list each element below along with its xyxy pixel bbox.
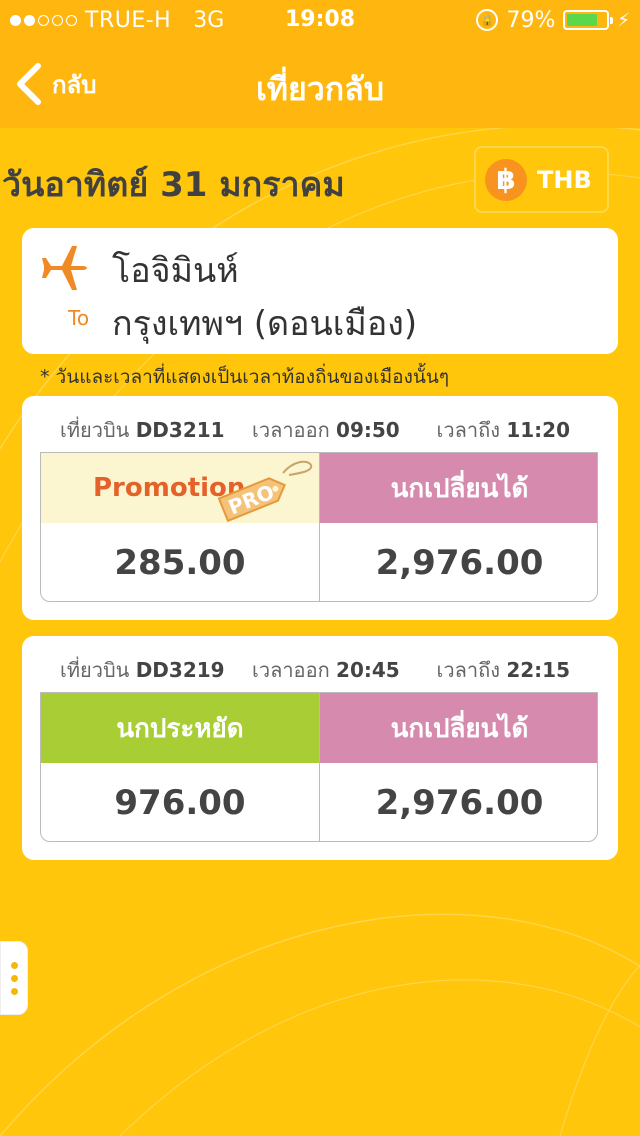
fare-price: 976.00 [114, 783, 246, 823]
destination-city: กรุงเทพฯ (ดอนเมือง) [112, 304, 418, 344]
fare-option-flexi[interactable]: นกเปลี่ยนได้ 2,976.00 [320, 693, 597, 841]
depart-label: เวลาออก [252, 658, 330, 682]
baht-icon: ฿ [485, 158, 527, 201]
fare-price: 2,976.00 [375, 543, 544, 583]
fare-grid: Promotion PRO 285.00 นกเปลี่ยนได้ 2,976.… [40, 452, 598, 602]
fare-name: นกประหยัด [41, 693, 319, 763]
local-time-note: * วันและเวลาที่แสดงเป็นเวลาท้องถิ่นของเม… [40, 366, 450, 388]
depart-time: 09:50 [336, 418, 400, 442]
arrive-time: 22:15 [506, 658, 570, 682]
charging-icon: ⚡ [617, 9, 630, 31]
fare-option-promotion[interactable]: Promotion PRO 285.00 [41, 453, 320, 601]
battery-level-fill [567, 14, 598, 26]
arrive-label: เวลาถึง [436, 658, 500, 682]
chevron-left-icon [17, 63, 41, 105]
pro-tag-text: PRO [225, 480, 278, 520]
airplane-icon [42, 246, 87, 290]
rotation-lock-icon: 🔒 [476, 9, 499, 31]
flight-label: เที่ยวบิน [60, 418, 130, 442]
back-label: กลับ [52, 70, 97, 99]
depart-time: 20:45 [336, 658, 400, 682]
flight-label: เที่ยวบิน [60, 658, 130, 682]
fare-option-saver[interactable]: นกประหยัด 976.00 [41, 693, 320, 841]
route-card: โอจิมินห์ To กรุงเทพฯ (ดอนเมือง) [22, 228, 618, 354]
flight-number: DD3219 [135, 658, 225, 682]
arrive-time: 11:20 [506, 418, 570, 442]
navigation-bar: กลับ เที่ยวกลับ [0, 40, 640, 128]
depart-label: เวลาออก [252, 418, 330, 442]
fare-grid: นกประหยัด 976.00 นกเปลี่ยนได้ 2,976.00 [40, 692, 598, 842]
fare-price: 285.00 [114, 543, 246, 583]
status-bar: TRUE-H 3G 19:08 🔒 79% ⚡ [0, 0, 640, 40]
flight-number: DD3211 [135, 418, 225, 442]
carrier-name: TRUE-H [85, 7, 172, 33]
fare-name: นกเปลี่ยนได้ [320, 693, 597, 763]
origin-city: โอจิมินห์ [112, 251, 239, 291]
handle-dot [10, 987, 18, 995]
back-button[interactable]: กลับ [12, 60, 96, 108]
arrive-label: เวลาถึง [436, 418, 500, 442]
side-menu-handle[interactable] [0, 941, 28, 1015]
signal-strength-icon [10, 14, 77, 26]
currency-button[interactable]: ฿ THB [474, 146, 609, 213]
travel-date: วันอาทิตย์ 31 มกราคม [2, 165, 345, 205]
fare-name: นกเปลี่ยนได้ [320, 453, 597, 523]
currency-code: THB [537, 165, 592, 194]
flight-card: เที่ยวบิน DD3211 เวลาออก 09:50 เวลาถึง 1… [22, 396, 618, 620]
pro-tag-icon: PRO [217, 460, 313, 523]
fare-price: 2,976.00 [375, 783, 544, 823]
battery-icon [563, 10, 614, 30]
fare-option-flexi[interactable]: นกเปลี่ยนได้ 2,976.00 [320, 453, 597, 601]
flight-card: เที่ยวบิน DD3219 เวลาออก 20:45 เวลาถึง 2… [22, 636, 618, 860]
battery-percent: 79% [506, 7, 556, 33]
handle-dot [10, 974, 18, 982]
to-label: To [68, 306, 90, 330]
network-type: 3G [193, 7, 225, 33]
handle-dot [10, 961, 18, 969]
